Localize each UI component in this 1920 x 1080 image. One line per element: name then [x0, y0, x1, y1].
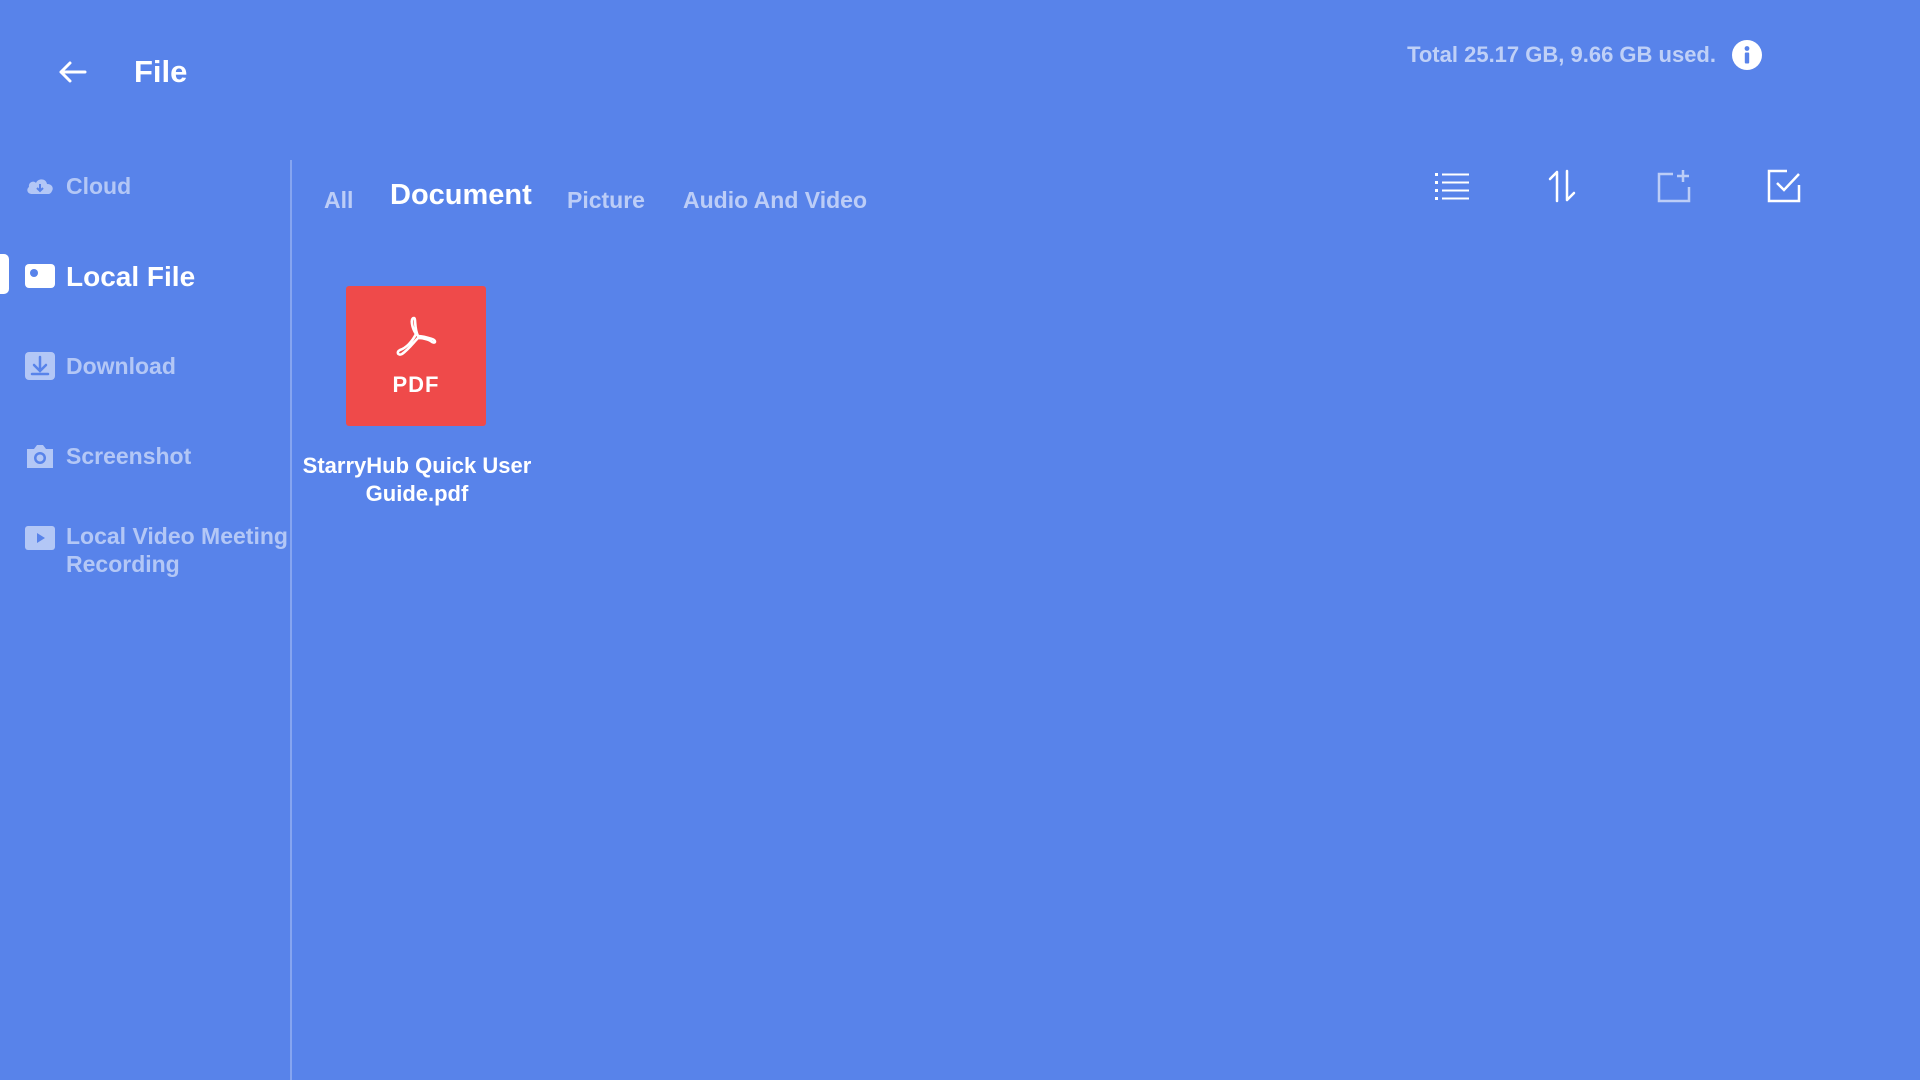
new-folder-icon: [1657, 170, 1691, 203]
active-indicator: [0, 254, 9, 294]
tab-audio-and-video[interactable]: Audio And Video: [683, 187, 867, 214]
video-icon: [25, 526, 55, 550]
file-manager-window: File Total 25.17 GB, 9.66 GB used. Cloud…: [0, 0, 1920, 1080]
info-icon[interactable]: [1732, 40, 1762, 70]
tab-all[interactable]: All: [324, 187, 353, 214]
pdf-thumbnail: PDF: [346, 286, 486, 426]
select-icon: [1767, 169, 1801, 203]
page-title: File: [134, 54, 188, 89]
back-button[interactable]: [52, 52, 92, 92]
file-type-label: PDF: [392, 372, 440, 397]
sort-icon: [1548, 169, 1576, 203]
sidebar-item-label: Local File: [66, 261, 196, 292]
arrow-left-icon: [59, 61, 87, 83]
select-button[interactable]: [1762, 164, 1806, 208]
storage-text: Total 25.17 GB, 9.66 GB used.: [1407, 42, 1716, 67]
folder-icon: [25, 264, 55, 288]
list-view-button[interactable]: [1430, 164, 1474, 208]
sidebar-item-label: Download: [66, 353, 176, 379]
download-icon: [25, 352, 55, 380]
sidebar-item-label: Local Video Meeting Recording: [66, 523, 288, 577]
new-folder-button[interactable]: [1652, 164, 1696, 208]
acrobat-icon: [396, 316, 437, 356]
tab-document[interactable]: Document: [390, 179, 532, 212]
sort-button[interactable]: [1540, 164, 1584, 208]
list-view-icon: [1435, 173, 1469, 200]
tab-picture[interactable]: Picture: [567, 187, 645, 214]
sidebar-item-label: Cloud: [66, 173, 132, 199]
file-item[interactable]: PDF StarryHub Quick User Guide.pdf: [292, 286, 542, 516]
camera-icon: [27, 445, 53, 468]
sidebar-item-label: Screenshot: [66, 443, 192, 469]
storage-summary: Total 25.17 GB, 9.66 GB used.: [1407, 38, 1762, 72]
file-name: StarryHub Quick User Guide.pdf: [302, 453, 532, 506]
cloud-icon: [27, 179, 53, 194]
